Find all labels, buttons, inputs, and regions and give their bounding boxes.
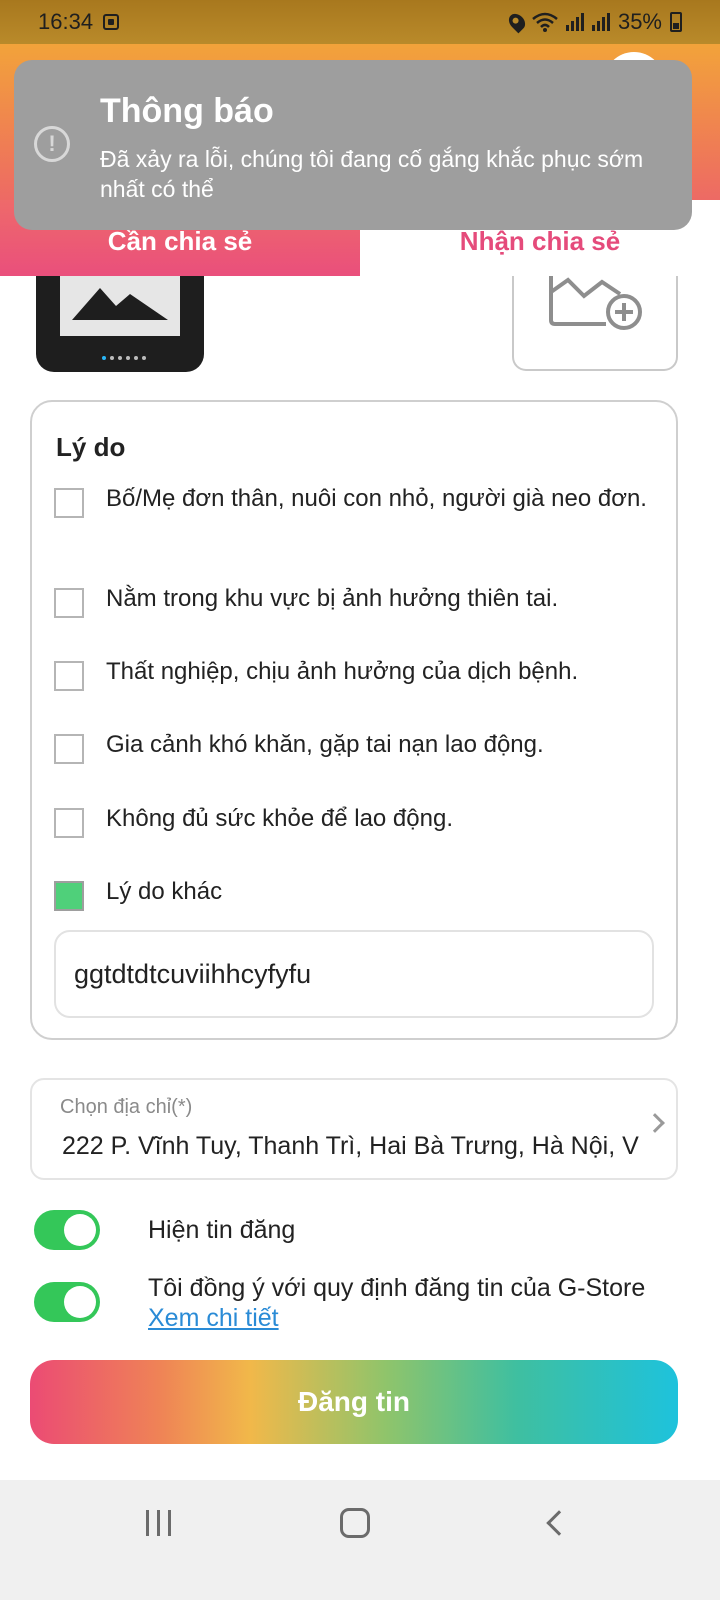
reason-option-label: Không đủ sức khỏe để lao động. [106,805,453,832]
signal-icon [591,13,610,31]
back-icon[interactable] [546,1510,572,1536]
system-nav-bar [0,1480,720,1600]
status-icons: 35% [505,9,682,35]
reason-option-hardship[interactable]: Gia cảnh khó khăn, gặp tai nạn lao động. [54,730,654,764]
pagination-dots [102,356,146,360]
warning-circle-icon: ! [34,126,70,162]
recent-apps-icon[interactable] [146,1510,171,1536]
agree-terms-label: Tôi đồng ý với quy định đăng tin của G-S… [148,1274,646,1302]
notification-icon [103,14,120,30]
reason-option-label: Bố/Mẹ đơn thân, nuôi con nhỏ, người già … [106,485,647,512]
status-time: 16:34 [38,9,94,34]
toast-title: Thông báo [100,92,274,130]
status-bar: 16:34 35% [0,0,720,44]
reason-option-label: Thất nghiệp, chịu ảnh hưởng của dịch bện… [106,658,579,685]
toast-message: Đã xảy ra lỗi, chúng tôi đang cố gắng kh… [100,146,644,202]
reason-option-other[interactable]: Lý do khác [54,877,654,911]
view-details-link[interactable]: Xem chi tiết [148,1304,279,1333]
reason-option-single-parent[interactable]: Bố/Mẹ đơn thân, nuôi con nhỏ, người già … [54,484,654,518]
signal-icon [565,13,584,31]
error-toast: ! Thông báo Đã xảy ra lỗi, chúng tôi đan… [14,60,692,230]
reason-option-health[interactable]: Không đủ sức khỏe để lao động. [54,804,654,838]
battery-percent: 35% [617,9,662,34]
reason-option-label: Gia cảnh khó khăn, gặp tai nạn lao động. [106,731,544,758]
add-photo-icon [549,276,642,330]
reason-option-disaster[interactable]: Nằm trong khu vực bị ảnh hưởng thiên tai… [54,584,654,618]
agree-terms-toggle[interactable] [34,1282,100,1322]
reason-option-label: Nằm trong khu vực bị ảnh hưởng thiên tai… [106,585,559,612]
chevron-right-icon [645,1113,665,1133]
address-value: 222 P. Vĩnh Tuy, Thanh Trì, Hai Bà Trưng… [62,1132,639,1160]
reason-card: Lý do Bố/Mẹ đơn thân, nuôi con nhỏ, ngườ… [30,400,678,1040]
home-icon[interactable] [340,1508,370,1538]
image-placeholder-icon [72,288,168,320]
post-button[interactable]: Đăng tin [30,1360,678,1444]
reason-title: Lý do [56,432,126,462]
checkbox[interactable] [54,488,84,518]
checkbox[interactable] [54,661,84,691]
address-selector[interactable]: Chọn địa chỉ(*) 222 P. Vĩnh Tuy, Thanh T… [30,1078,678,1180]
location-icon [505,10,529,34]
uploaded-image-thumbnail[interactable] [36,276,204,372]
address-label: Chọn địa chỉ(*) [60,1096,193,1118]
checkbox[interactable] [54,808,84,838]
show-post-label: Hiện tin đăng [148,1216,296,1244]
show-post-toggle[interactable] [34,1210,100,1250]
wifi-icon [532,12,558,32]
other-reason-input[interactable]: ggtdtdtcuviihhcyfyfu [54,930,654,1018]
checkbox-checked[interactable] [54,881,84,911]
checkbox[interactable] [54,734,84,764]
reason-option-label: Lý do khác [106,878,223,905]
checkbox[interactable] [54,588,84,618]
reason-option-unemployed[interactable]: Thất nghiệp, chịu ảnh hưởng của dịch bện… [54,657,654,691]
add-image-button[interactable] [512,276,678,371]
battery-icon [670,12,682,32]
